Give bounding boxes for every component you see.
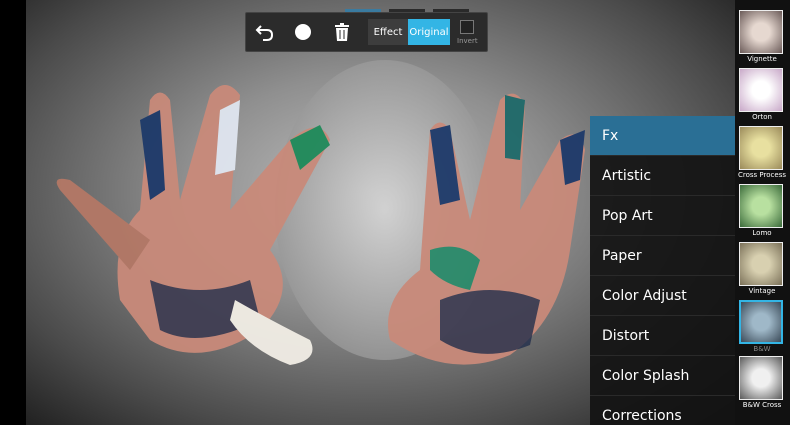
menu-item-color-adjust[interactable]: Color Adjust	[590, 276, 735, 316]
thumb-lomo[interactable]: Lomo	[737, 184, 787, 237]
brush-button[interactable]	[286, 13, 320, 51]
category-menu: Fx Artistic Pop Art Paper Color Adjust D…	[590, 116, 735, 425]
thumb-vignette[interactable]: Vignette	[737, 10, 787, 63]
circle-brush-icon	[295, 24, 311, 40]
menu-item-paper[interactable]: Paper	[590, 236, 735, 276]
thumb-image	[739, 300, 783, 344]
thumb-image	[739, 10, 783, 54]
trash-button[interactable]	[325, 13, 359, 51]
thumb-label: Vintage	[748, 287, 776, 295]
thumb-label: Lomo	[752, 229, 772, 237]
thumb-image	[739, 184, 783, 228]
menu-item-color-splash[interactable]: Color Splash	[590, 356, 735, 396]
top-mode-strip[interactable]	[345, 0, 485, 15]
thumb-image	[739, 68, 783, 112]
thumb-bw[interactable]: B&W	[737, 300, 787, 353]
thumb-image	[739, 242, 783, 286]
thumb-label: Orton	[752, 113, 772, 121]
menu-item-artistic[interactable]: Artistic	[590, 156, 735, 196]
undo-button[interactable]	[248, 13, 282, 51]
thumb-cross-process[interactable]: Cross Process	[737, 126, 787, 179]
thumb-label: B&W	[753, 345, 771, 353]
effect-toggle[interactable]: Effect	[368, 19, 408, 45]
undo-icon	[255, 25, 274, 41]
left-edge	[0, 0, 26, 425]
thumb-image	[739, 126, 783, 170]
menu-item-fx[interactable]: Fx	[590, 116, 735, 156]
original-toggle[interactable]: Original	[408, 19, 450, 45]
effect-thumbnail-list: Vignette Orton Cross Process Lomo Vintag…	[735, 0, 790, 425]
thumb-label: Cross Process	[738, 171, 786, 179]
invert-label: Invert	[457, 37, 478, 45]
thumb-label: Vignette	[747, 55, 777, 63]
effect-toolbar: Effect Original Invert	[245, 12, 488, 52]
menu-item-corrections[interactable]: Corrections	[590, 396, 735, 425]
thumb-bw-cross[interactable]: B&W Cross	[737, 356, 787, 409]
menu-item-pop-art[interactable]: Pop Art	[590, 196, 735, 236]
invert-checkbox[interactable]	[460, 20, 474, 34]
thumb-label: B&W Cross	[742, 401, 782, 409]
thumb-orton[interactable]: Orton	[737, 68, 787, 121]
thumb-image	[739, 356, 783, 400]
menu-item-distort[interactable]: Distort	[590, 316, 735, 356]
thumb-vintage[interactable]: Vintage	[737, 242, 787, 295]
trash-icon	[335, 23, 349, 41]
